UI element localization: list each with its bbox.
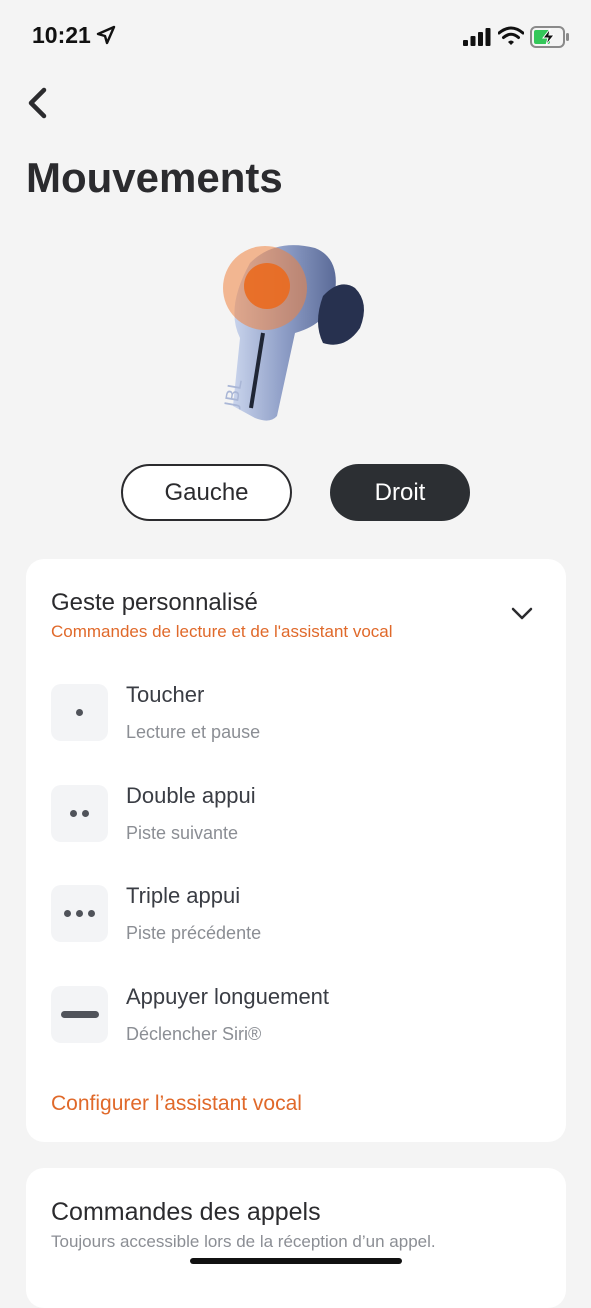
- status-time: 10:21: [32, 22, 91, 48]
- right-earbud-toggle[interactable]: Droit: [330, 464, 470, 521]
- gesture-row-double-tap[interactable]: Double appui Piste suivante: [51, 783, 541, 855]
- gesture-action: Piste précédente: [126, 923, 262, 943]
- gesture-name: Double appui: [126, 783, 256, 808]
- card-title: Geste personnalisé: [51, 589, 258, 616]
- wifi-icon: [498, 26, 524, 45]
- location-arrow-icon: [96, 25, 116, 45]
- triple-dot-icon: [51, 885, 108, 942]
- gesture-action: Déclencher Siri®: [126, 1024, 262, 1044]
- double-dot-icon: [51, 785, 108, 842]
- chevron-left-icon: [28, 87, 47, 119]
- left-earbud-toggle[interactable]: Gauche: [121, 464, 292, 521]
- custom-gesture-card: Geste personnalisé Commandes de lecture …: [26, 559, 566, 1142]
- gesture-action: Piste suivante: [126, 823, 239, 843]
- battery-charging-icon: [530, 26, 569, 48]
- earbud-image: JBL: [221, 245, 364, 421]
- card-subtitle: Toujours accessible lors de la réception…: [51, 1232, 436, 1251]
- single-dot-icon: [51, 684, 108, 741]
- long-press-bar-icon: [51, 986, 108, 1043]
- gesture-name: Toucher: [126, 682, 205, 707]
- home-indicator[interactable]: [190, 1258, 402, 1264]
- card-title: Commandes des appels: [51, 1198, 321, 1226]
- gesture-name: Triple appui: [126, 883, 241, 908]
- signal-icon: [463, 28, 491, 46]
- card-subtitle: Commandes de lecture et de l'assistant v…: [51, 622, 393, 641]
- gesture-row-triple-tap[interactable]: Triple appui Piste précédente: [51, 883, 541, 955]
- status-bar: 10:21: [0, 0, 591, 70]
- gesture-name: Appuyer longuement: [126, 984, 330, 1009]
- back-button[interactable]: [22, 84, 58, 122]
- gesture-action: Lecture et pause: [126, 722, 261, 742]
- configure-voice-assistant-link[interactable]: Configurer l’assistant vocal: [51, 1092, 302, 1116]
- gesture-row-long-press[interactable]: Appuyer longuement Déclencher Siri®: [51, 984, 541, 1056]
- gesture-row-tap[interactable]: Toucher Lecture et pause: [51, 682, 541, 754]
- call-controls-card[interactable]: Commandes des appels Toujours accessible…: [26, 1168, 566, 1308]
- page-title: Mouvements: [26, 154, 283, 201]
- chevron-down-icon[interactable]: [510, 605, 534, 621]
